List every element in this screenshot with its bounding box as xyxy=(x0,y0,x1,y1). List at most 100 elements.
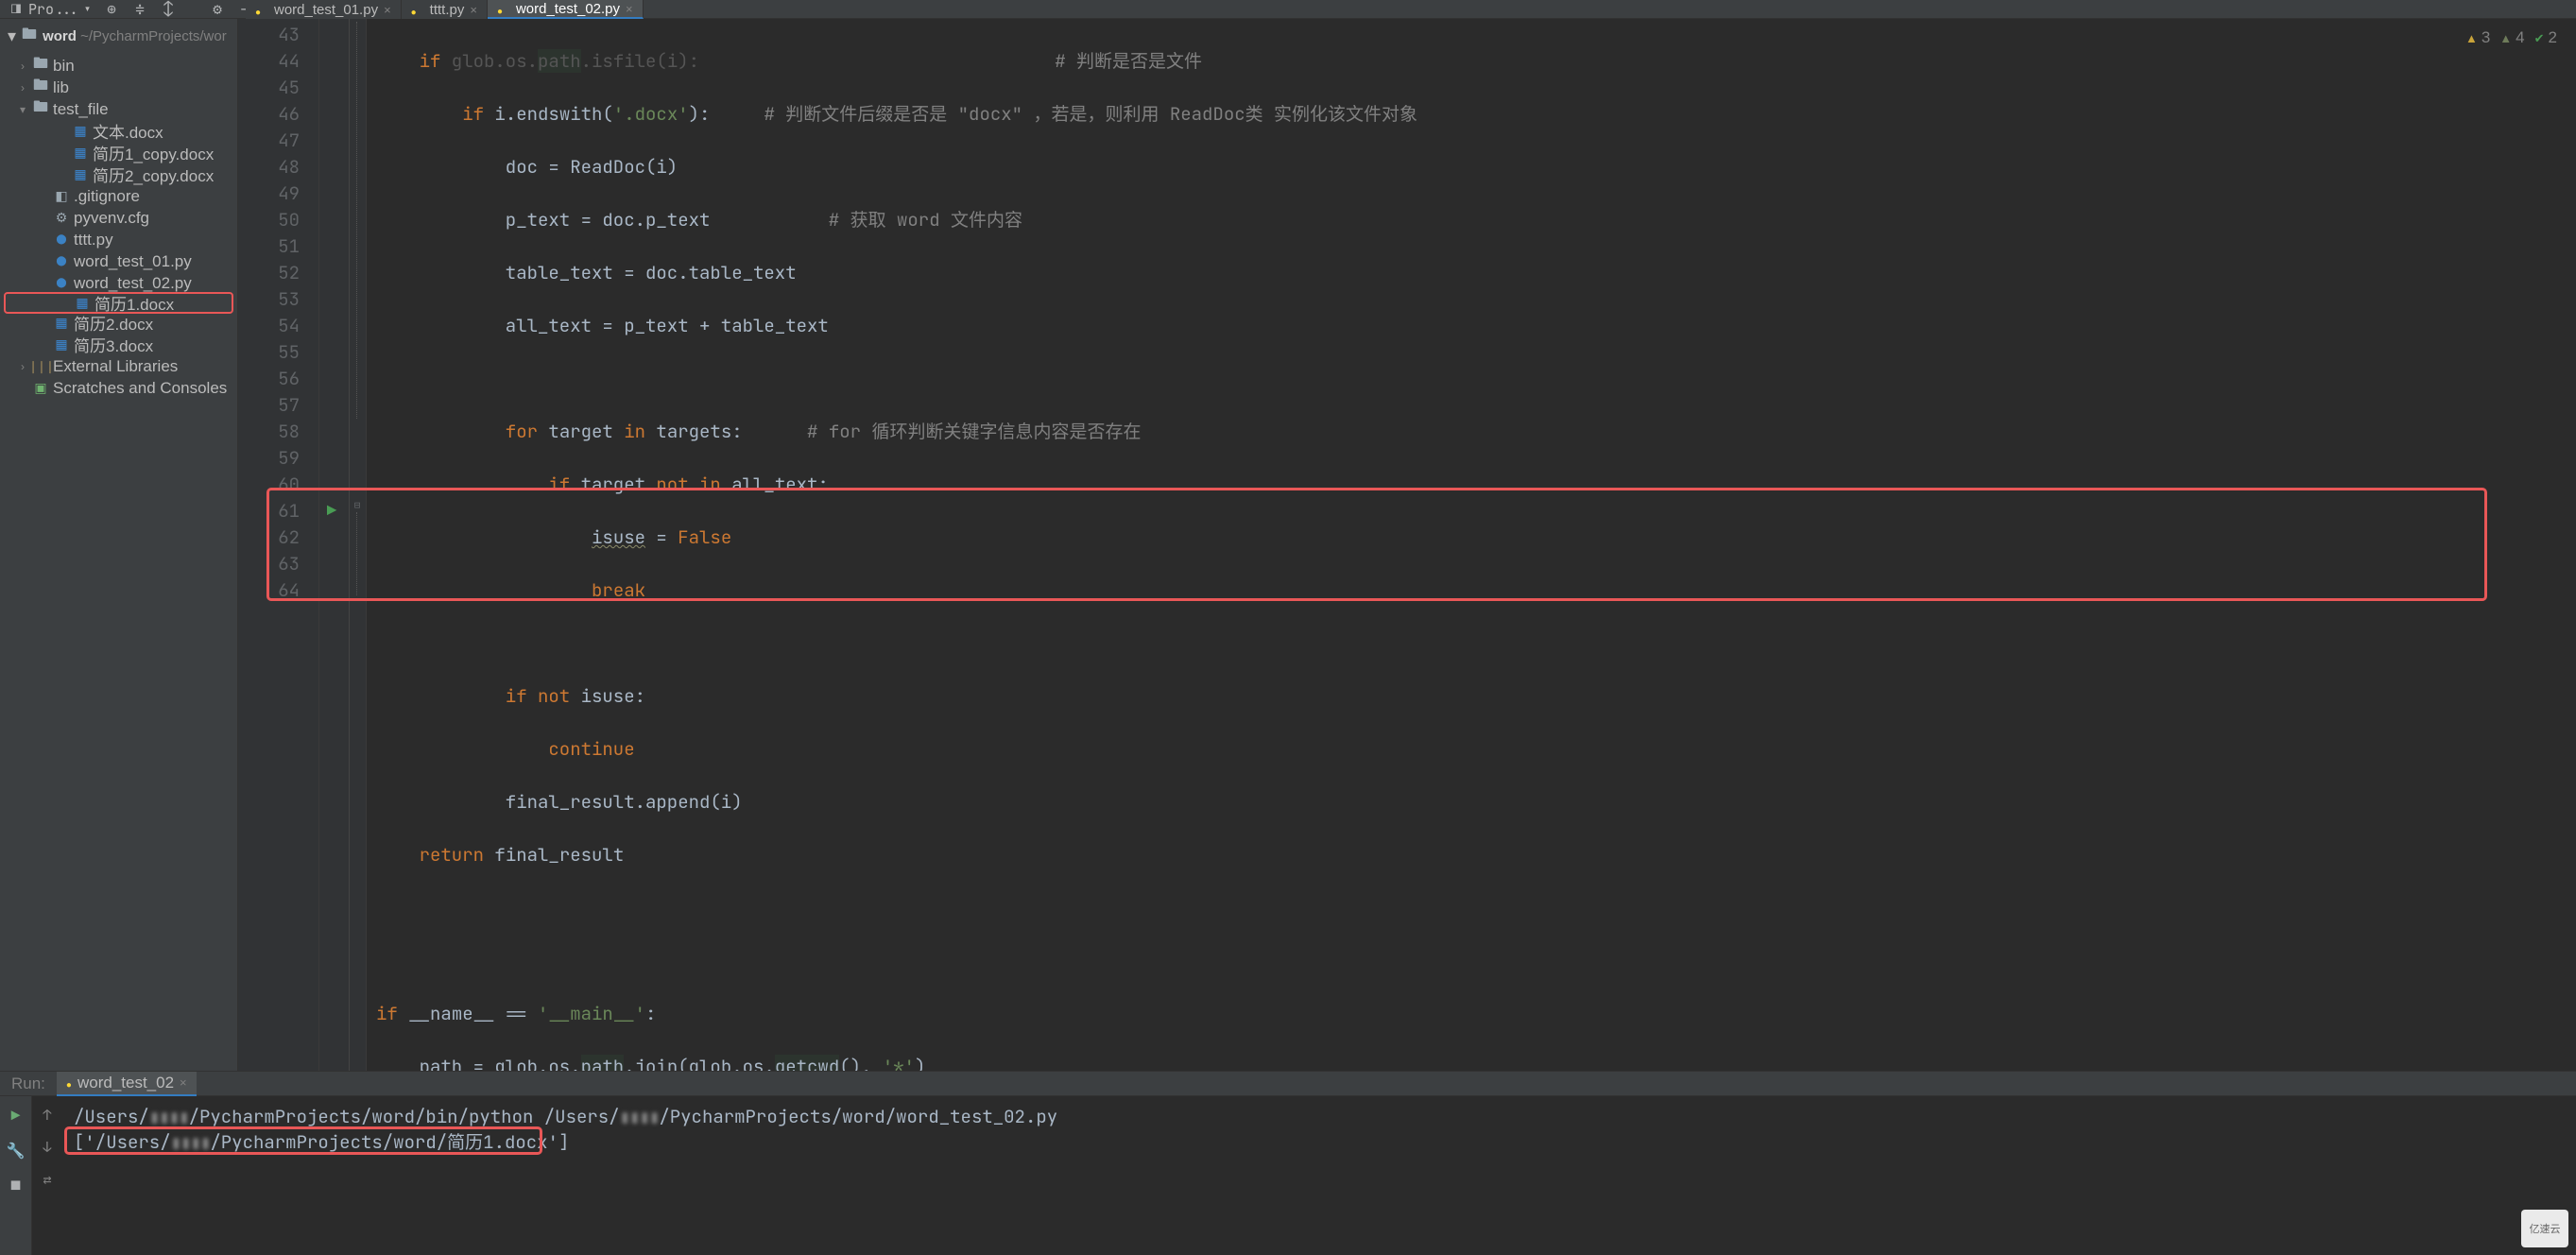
gear-icon[interactable]: ⚙ xyxy=(209,1,226,18)
chevron-right-icon: › xyxy=(17,360,28,373)
close-icon[interactable]: × xyxy=(384,3,391,17)
project-dropdown-label: Pro... xyxy=(28,0,79,19)
run-tool-window: Run: word_test_02 × ▶ 🔧 ■ ↑ ↓ ⇄ /Users/▮… xyxy=(0,1071,2576,1255)
line-number[interactable]: 54 xyxy=(238,313,300,339)
stop-icon[interactable]: ■ xyxy=(11,1176,21,1195)
run-header: Run: word_test_02 × xyxy=(0,1072,2576,1096)
line-number[interactable]: 49 xyxy=(238,181,300,207)
line-number[interactable]: 46 xyxy=(238,101,300,128)
python-file-icon xyxy=(53,232,70,249)
wrench-icon[interactable]: 🔧 xyxy=(7,1141,26,1160)
tree-file-docx[interactable]: 文本.docx xyxy=(0,120,237,142)
line-number[interactable]: 53 xyxy=(238,286,300,313)
tree-folder-lib[interactable]: ›lib xyxy=(0,77,237,98)
tree-file-cfg[interactable]: pyvenv.cfg xyxy=(0,207,237,229)
line-number[interactable]: 47 xyxy=(238,128,300,154)
docx-icon xyxy=(72,166,89,183)
line-number[interactable]: 50 xyxy=(238,207,300,233)
line-number[interactable]: 64 xyxy=(238,577,300,604)
line-number[interactable]: 59 xyxy=(238,445,300,472)
fold-gutter: ⊟ xyxy=(350,19,367,1071)
tab-tttt[interactable]: tttt.py × xyxy=(402,0,488,19)
tab-word-test-02[interactable]: word_test_02.py × xyxy=(488,0,644,19)
tree-file-docx[interactable]: 简历3.docx xyxy=(0,334,237,355)
close-icon[interactable]: × xyxy=(626,2,633,16)
run-nav: ↑ ↓ ⇄ xyxy=(32,1096,62,1255)
docx-icon xyxy=(72,123,89,140)
line-number[interactable]: 52 xyxy=(238,260,300,286)
tree-file-gitignore[interactable]: .gitignore xyxy=(0,185,237,207)
run-line-icon[interactable]: ▶ xyxy=(327,501,336,522)
down-icon[interactable]: ↓ xyxy=(43,1138,51,1157)
docx-icon xyxy=(74,295,91,312)
folder-icon xyxy=(32,58,49,75)
code-content[interactable]: if glob.os.path.isfile(i): # 判断是否是文件 if … xyxy=(367,19,2576,1071)
line-number[interactable]: 63 xyxy=(238,551,300,577)
chevron-down-icon: ▾ xyxy=(8,26,16,46)
python-file-icon xyxy=(411,3,424,16)
line-number[interactable]: 43 xyxy=(238,22,300,48)
tab-label: word_test_01.py xyxy=(274,2,378,18)
close-icon[interactable]: × xyxy=(180,1075,187,1090)
cfg-icon xyxy=(53,210,70,227)
line-number[interactable]: 44 xyxy=(238,48,300,75)
scratch-icon xyxy=(32,380,49,397)
fold-marker[interactable]: ⊟ xyxy=(351,499,364,512)
expand-icon[interactable]: ↕ xyxy=(160,1,177,18)
library-icon xyxy=(32,358,49,375)
console-line: ['/Users/▮▮▮▮/PycharmProjects/word/简历1.d… xyxy=(74,1129,2565,1155)
up-icon[interactable]: ↑ xyxy=(43,1106,51,1125)
python-file-icon xyxy=(497,2,510,15)
target-icon[interactable]: ⊕ xyxy=(103,1,120,18)
tree-external-libraries[interactable]: ›External Libraries xyxy=(0,355,237,377)
run-label: Run: xyxy=(11,1074,45,1093)
close-icon[interactable]: × xyxy=(470,3,477,17)
line-number[interactable]: 45 xyxy=(238,75,300,101)
line-number[interactable]: 61 xyxy=(238,498,300,524)
fold-line xyxy=(356,512,357,595)
tree-folder-test-file[interactable]: ▾test_file xyxy=(0,98,237,120)
line-number[interactable]: 58 xyxy=(238,419,300,445)
watermark: 亿速云 xyxy=(2521,1210,2568,1247)
project-root[interactable]: ▾ word ~/PycharmProjects/wor xyxy=(0,19,237,53)
chevron-right-icon: › xyxy=(17,60,28,73)
console-output[interactable]: /Users/▮▮▮▮/PycharmProjects/word/bin/pyt… xyxy=(62,1096,2576,1255)
tree-file-docx[interactable]: 简历1_copy.docx xyxy=(0,142,237,163)
tree-file-py[interactable]: tttt.py xyxy=(0,229,237,250)
line-number[interactable]: 62 xyxy=(238,524,300,551)
run-tab[interactable]: word_test_02 × xyxy=(57,1072,197,1096)
line-number-gutter[interactable]: 4344454647484950515253545556575859606162… xyxy=(238,19,319,1071)
folder-icon xyxy=(32,79,49,96)
tree-folder-bin[interactable]: ›bin xyxy=(0,55,237,77)
python-file-icon xyxy=(66,1074,72,1092)
run-gutter: ▶ xyxy=(319,19,350,1071)
python-file-icon xyxy=(53,253,70,270)
tab-word-test-01[interactable]: word_test_01.py × xyxy=(246,0,402,19)
docx-icon xyxy=(72,145,89,162)
collapse-icon[interactable]: ≑ xyxy=(131,1,148,18)
console-line: /Users/▮▮▮▮/PycharmProjects/word/bin/pyt… xyxy=(74,1104,2565,1129)
tree-file-py[interactable]: word_test_01.py xyxy=(0,250,237,272)
project-dropdown[interactable]: ◨ Pro... ▾ xyxy=(8,0,92,19)
tree-scratches[interactable]: Scratches and Consoles xyxy=(0,377,237,399)
tree-file-docx[interactable]: 简历2.docx xyxy=(0,312,237,334)
rerun-icon[interactable]: ▶ xyxy=(11,1106,21,1126)
code-comment: # 判断是否是文件 xyxy=(925,49,1202,73)
file-tree: ›bin ›lib ▾test_file 文本.docx 简历1_copy.do… xyxy=(0,53,237,401)
chevron-down-icon: ▾ xyxy=(17,103,28,116)
tree-file-docx[interactable]: 简历2_copy.docx xyxy=(0,163,237,185)
docx-icon xyxy=(53,315,70,332)
line-number[interactable]: 56 xyxy=(238,366,300,392)
python-file-icon xyxy=(53,275,70,292)
line-number[interactable]: 60 xyxy=(238,472,300,498)
chevron-right-icon: › xyxy=(17,81,28,95)
run-toolbar: ▶ 🔧 ■ xyxy=(0,1096,32,1255)
wrap-icon[interactable]: ⇄ xyxy=(43,1170,51,1189)
line-number[interactable]: 48 xyxy=(238,154,300,181)
line-number[interactable]: 51 xyxy=(238,233,300,260)
project-icon: ◨ xyxy=(8,1,25,18)
editor-tabs: word_test_01.py × tttt.py × word_test_02… xyxy=(246,0,644,19)
code-editor: 3 4 2 4344454647484950515253545556575859… xyxy=(238,19,2576,1071)
line-number[interactable]: 55 xyxy=(238,339,300,366)
line-number[interactable]: 57 xyxy=(238,392,300,419)
